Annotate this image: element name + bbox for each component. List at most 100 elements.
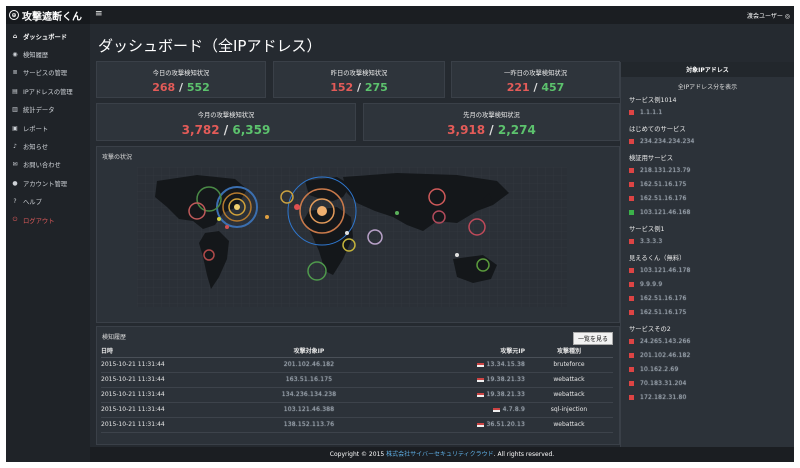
sidebar-item-label: ダッシュボード (23, 33, 68, 41)
cell-source: 36.51.20.13 (405, 417, 525, 433)
ip-group-list: サービス例1014 1.1.1.1 はじめてのサービス 234.234.234.234… (621, 95, 794, 405)
cell-text: 2015-10-21 11:31:44 (101, 391, 165, 398)
cell-text: 103.121.46.388 (283, 406, 335, 413)
stat-card-day-before: 一昨日の攻撃検知状況 221 / 457 (451, 61, 620, 98)
service-group-name: サービスその2 (629, 326, 671, 333)
cell-text: 4.7.8.9 (502, 406, 525, 413)
brand[interactable]: ⊕ 攻撃遮断くん (6, 6, 90, 24)
cell-text: webattack (553, 391, 585, 398)
cell-text: 134.236.134.238 (281, 391, 337, 398)
table-row[interactable]: 2015-10-21 11:31:44 103.121.46.388 4.7.8.9… (101, 402, 613, 418)
user-icon: ● (12, 179, 18, 187)
ip-item[interactable]: 162.51.16.175 (621, 178, 794, 192)
column-header: 攻撃種別 (525, 345, 613, 358)
stat-value-green: 2,274 (497, 123, 536, 137)
table-row[interactable]: 2015-10-21 11:31:44 201.102.46.182 13.34.1… (101, 357, 613, 373)
cell-text: 36.51.20.13 (486, 421, 525, 428)
table-header-row: 日時 攻撃対象IP 攻撃元IP 攻撃種別 (101, 345, 613, 358)
ip-item[interactable]: 103.121.46.178 (621, 264, 794, 278)
user-menu[interactable]: 渡会ユーザー ◎ (747, 11, 790, 20)
cell-type: sql-injection (525, 402, 613, 418)
sidebar-item[interactable]: ⏻ ログアウト (6, 211, 90, 229)
topbar: 渡会ユーザー ◎ (90, 6, 794, 24)
ip-item[interactable]: 172.182.31.80 (621, 391, 794, 405)
cell-text: 2015-10-21 11:31:44 (101, 376, 165, 383)
show-all-ip-link[interactable]: 全IPアドレス分を表示 (621, 82, 794, 91)
view-list-button[interactable]: 一覧を見る (572, 332, 613, 345)
stat-label: 今月の攻撃検知状況 (197, 112, 255, 119)
ip-item[interactable]: 9.9.9.9 (621, 278, 794, 292)
history-table: 日時 攻撃対象IP 攻撃元IP 攻撃種別 2015-10-21 11:31:44… (101, 345, 613, 433)
sidebar-item-label: 統計データ (23, 107, 55, 115)
sidebar-item[interactable]: ⌂ ダッシュボード (6, 27, 90, 45)
service-group-name: サービス例1 (629, 226, 665, 233)
app-window: ⊕ 攻撃遮断くん ⌂ ダッシュボード ◉ 検知履歴 ≣ サービスの管理 ▤ IPアドレスの管理… (6, 6, 794, 462)
stat-label: 今日の攻撃検知状況 (152, 70, 210, 77)
ip-address: 162.51.16.175 (640, 309, 687, 316)
table-row[interactable]: 2015-10-21 11:31:44 134.236.134.238 19.38.… (101, 387, 613, 403)
table-row[interactable]: 2015-10-21 11:31:44 163.51.16.175 19.38.21… (101, 372, 613, 388)
cell-text: webattack (553, 421, 585, 428)
sidebar-item[interactable]: ♪ お知らせ (6, 137, 90, 155)
home-icon: ⌂ (12, 32, 18, 40)
sidebar-item[interactable]: ✉ お問い合わせ (6, 156, 90, 174)
world-map[interactable] (137, 167, 567, 307)
ip-address: 162.51.16.176 (640, 195, 687, 202)
attack-map-panel: 攻撃の状況 (96, 146, 620, 323)
sidebar-item[interactable]: ◉ 検知履歴 (6, 45, 90, 63)
ip-item[interactable]: 24.265.143.266 (621, 335, 794, 349)
ip-address: 24.265.143.266 (640, 338, 691, 345)
status-indicator-icon (629, 367, 634, 372)
service-group-name: はじめてのサービス (629, 126, 686, 133)
ip-item[interactable]: 218.131.213.79 (621, 164, 794, 178)
column-header: 日時 (101, 345, 213, 358)
ip-address: 70.183.31.204 (640, 380, 687, 387)
ip-address: 1.1.1.1 (640, 109, 663, 116)
stat-card-last-month: 先月の攻撃検知状況 3,918 / 2,274 (363, 103, 620, 141)
cell-text: 19.38.21.33 (486, 391, 525, 398)
ip-item[interactable]: 103.121.46.168 (621, 206, 794, 220)
stat-value-green: 457 (541, 81, 565, 94)
sidebar-item[interactable]: ▤ IPアドレスの管理 (6, 82, 90, 100)
stat-card-today: 今日の攻撃検知状況 268 / 552 (96, 61, 266, 98)
help-icon: ? (13, 198, 17, 206)
sidebar-item[interactable]: ● アカウント管理 (6, 174, 90, 192)
table-row[interactable]: 2015-10-21 11:31:44 138.152.113.76 36.51.2… (101, 417, 613, 433)
stat-value-red: 152 (330, 81, 354, 94)
mail-icon: ✉ (12, 161, 18, 169)
ip-item[interactable]: 162.51.16.176 (621, 292, 794, 306)
ip-item[interactable]: 70.183.31.204 (621, 377, 794, 391)
sidebar-item-label: お知らせ (23, 144, 49, 152)
sidebar-item[interactable]: ≣ サービスの管理 (6, 64, 90, 82)
ip-item[interactable]: 162.51.16.176 (621, 192, 794, 206)
shield-logo-icon: ⊕ (9, 10, 19, 20)
cell-source: 4.7.8.9 (405, 402, 525, 418)
ip-item[interactable]: 162.51.16.175 (621, 306, 794, 320)
cell-type: webattack (525, 372, 613, 388)
company-link[interactable]: 株式会社サイバーセキュリティクラウド (386, 451, 494, 458)
sidebar-item[interactable]: ? ヘルプ (6, 193, 90, 211)
cell-type: webattack (525, 387, 613, 403)
cell-text: sql-injection (550, 406, 588, 413)
sidebar-item-label: ヘルプ (23, 199, 42, 207)
service-group-name: サービス例1014 (629, 97, 677, 104)
cell-text: 2015-10-21 11:31:44 (101, 421, 165, 428)
ip-address: 201.102.46.182 (640, 352, 691, 359)
ip-address: 10.162.2.69 (640, 366, 679, 373)
status-indicator-icon (629, 139, 634, 144)
stat-label: 先月の攻撃検知状況 (463, 112, 520, 119)
cell-date: 2015-10-21 11:31:44 (101, 417, 213, 433)
ip-item[interactable]: 3.3.3.3 (621, 235, 794, 249)
menu-toggle-icon[interactable]: ≡ (95, 9, 103, 19)
stat-value-red: 268 (152, 81, 176, 94)
ip-item[interactable]: 10.162.2.69 (621, 363, 794, 377)
sidebar-item[interactable]: ▥ 統計データ (6, 101, 90, 119)
ip-address: 218.131.213.79 (640, 167, 691, 174)
sidebar-item-label: レポート (23, 125, 49, 133)
ip-item[interactable]: 1.1.1.1 (621, 106, 794, 120)
ip-item[interactable]: 234.234.234.234 (621, 135, 794, 149)
status-indicator-icon (629, 310, 634, 315)
ip-item[interactable]: 201.102.46.182 (621, 349, 794, 363)
status-indicator-icon (629, 168, 634, 173)
sidebar-item[interactable]: ▣ レポート (6, 119, 90, 137)
